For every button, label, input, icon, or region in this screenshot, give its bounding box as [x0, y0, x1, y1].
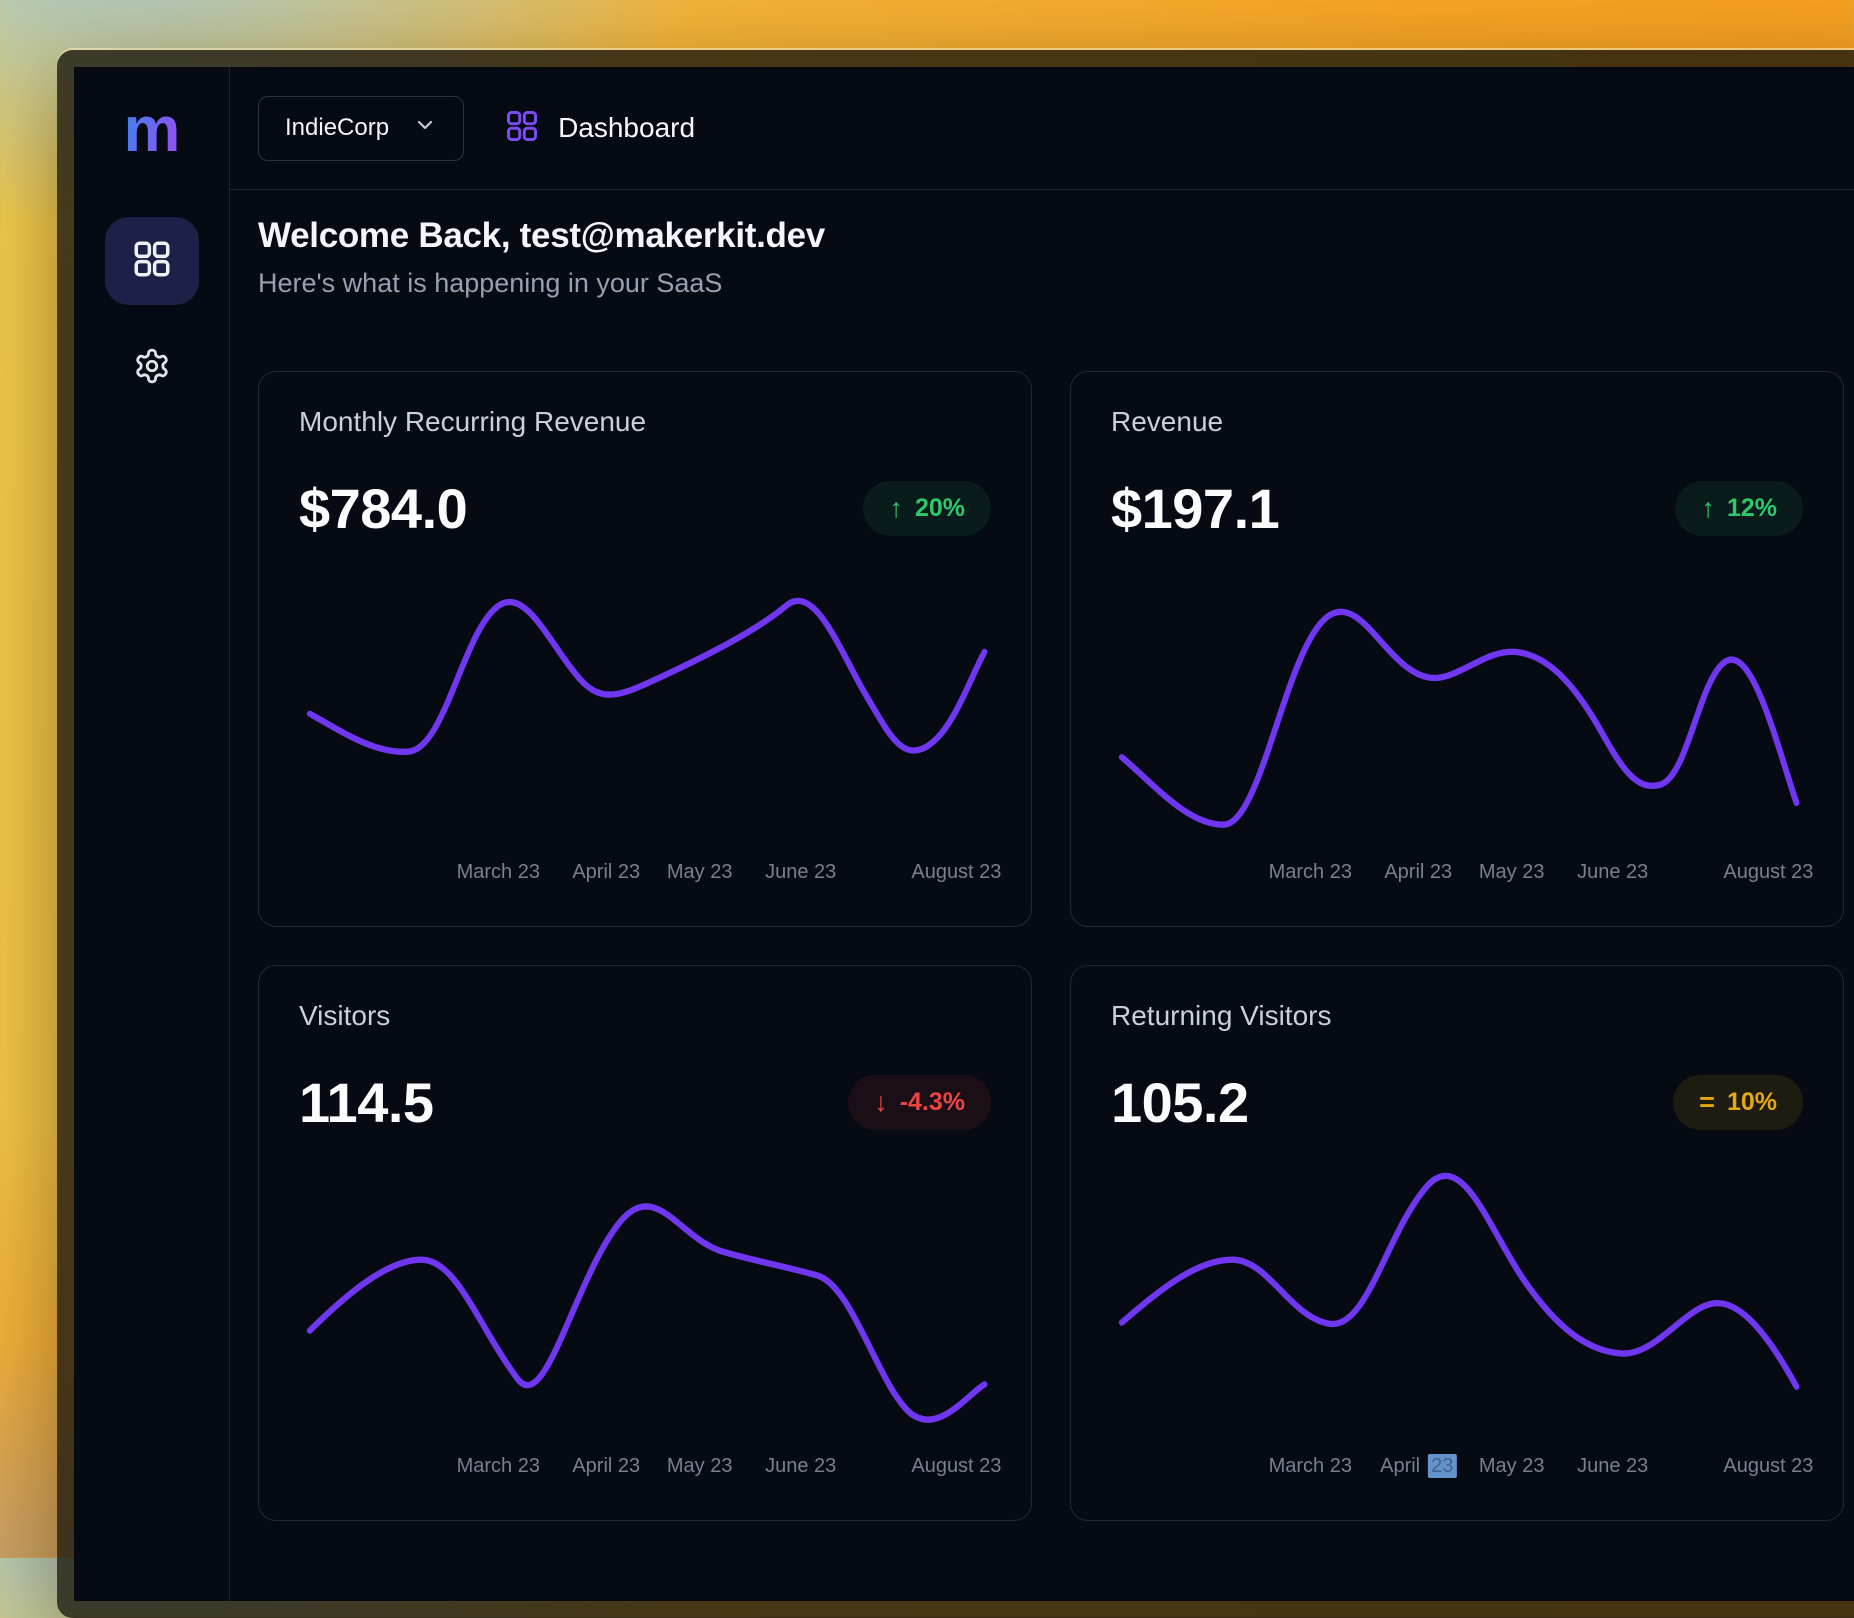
breadcrumb: Dashboard — [504, 108, 695, 149]
axis-tick: August 23 — [1723, 861, 1813, 884]
gear-icon — [133, 372, 171, 389]
welcome-heading: Welcome Back, test@makerkit.dev — [258, 216, 1844, 256]
metric-value: $197.1 — [1111, 476, 1279, 541]
axis-tick: June 23 — [1577, 861, 1648, 884]
card-monthly-recurring-revenue: Monthly Recurring Revenue $784.0 ↑ 20% — [258, 371, 1032, 927]
metric-value: $784.0 — [299, 476, 467, 541]
trend-badge-label: 12% — [1727, 494, 1777, 523]
sparkline-path — [310, 1206, 985, 1419]
metric-value: 105.2 — [1111, 1070, 1249, 1135]
axis-tick: April 23 — [572, 861, 640, 884]
main-content: Welcome Back, test@makerkit.dev Here's w… — [230, 190, 1854, 1521]
organization-label: IndieCorp — [285, 114, 389, 142]
axis-tick-april: April — [1380, 1455, 1420, 1477]
card-returning-visitors: Returning Visitors 105.2 = 10% — [1070, 965, 1844, 1521]
axis-tick: May 23 — [667, 861, 733, 884]
trend-badge: ↑ 12% — [1675, 481, 1803, 536]
sparkline-chart — [299, 565, 991, 851]
sidebar: m — [74, 67, 230, 1601]
x-axis-labels: March 23 April 23 May 23 June 23 August … — [299, 861, 991, 891]
page-title: Dashboard — [558, 112, 695, 144]
axis-tick: June 23 — [1577, 1455, 1648, 1478]
card-title: Monthly Recurring Revenue — [299, 406, 991, 438]
trend-badge: ↑ 20% — [863, 481, 991, 536]
axis-tick: April 23 — [572, 1455, 640, 1478]
sparkline-chart — [1111, 565, 1803, 851]
app-window: m — [57, 50, 1854, 1618]
axis-tick: June 23 — [765, 1455, 836, 1478]
equals-icon: = — [1699, 1089, 1715, 1116]
card-title: Revenue — [1111, 406, 1803, 438]
axis-tick: March 23 — [457, 1455, 540, 1478]
sparkline-path — [1122, 612, 1797, 825]
chevron-down-icon — [413, 113, 437, 144]
makerkit-logo: m — [124, 97, 180, 161]
card-revenue: Revenue $197.1 ↑ 12% — [1070, 371, 1844, 927]
sparkline-path — [310, 601, 985, 752]
trend-badge: = 10% — [1673, 1075, 1803, 1130]
arrow-up-icon: ↑ — [1701, 495, 1715, 522]
axis-tick: March 23 — [1269, 1455, 1352, 1478]
arrow-down-icon: ↓ — [874, 1089, 888, 1116]
organization-selector[interactable]: IndieCorp — [258, 96, 464, 161]
trend-badge: ↓ -4.3% — [848, 1075, 991, 1130]
axis-tick: June 23 — [765, 861, 836, 884]
axis-tick: May 23 — [1479, 861, 1545, 884]
card-title: Visitors — [299, 1000, 991, 1032]
card-title: Returning Visitors — [1111, 1000, 1803, 1032]
topbar: IndieCorp Dashboard — [230, 67, 1854, 190]
axis-tick: August 23 — [1723, 1455, 1813, 1478]
sparkline-chart — [299, 1159, 991, 1445]
axis-tick: April 23 — [1384, 861, 1452, 884]
arrow-up-icon: ↑ — [889, 495, 903, 522]
axis-tick: March 23 — [1269, 861, 1352, 884]
trend-badge-label: 10% — [1727, 1088, 1777, 1117]
card-visitors: Visitors 114.5 ↓ -4.3% — [258, 965, 1032, 1521]
axis-tick: August 23 — [911, 861, 1001, 884]
sparkline-chart — [1111, 1159, 1803, 1445]
axis-tick: May 23 — [667, 1455, 733, 1478]
axis-tick: August 23 — [911, 1455, 1001, 1478]
metric-value: 114.5 — [299, 1070, 434, 1135]
sparkline-path — [1122, 1176, 1797, 1387]
axis-tick: March 23 — [457, 861, 540, 884]
grid-icon — [504, 108, 540, 149]
x-axis-labels: March 23 April23 May 23 June 23 August 2… — [1111, 1455, 1803, 1485]
welcome-subtitle: Here's what is happening in your SaaS — [258, 268, 1844, 299]
sidebar-item-dashboard[interactable] — [105, 217, 199, 305]
axis-tick: April 23 — [1380, 1455, 1456, 1478]
axis-tick: May 23 — [1479, 1455, 1545, 1478]
sidebar-item-settings[interactable] — [133, 347, 171, 390]
trend-badge-label: -4.3% — [900, 1088, 965, 1117]
x-axis-labels: March 23 April 23 May 23 June 23 August … — [299, 1455, 991, 1485]
x-axis-labels: March 23 April 23 May 23 June 23 August … — [1111, 861, 1803, 891]
metrics-grid: Monthly Recurring Revenue $784.0 ↑ 20% — [258, 371, 1844, 1521]
trend-badge-label: 20% — [915, 494, 965, 523]
grid-icon — [131, 238, 173, 285]
selected-text: 23 — [1428, 1454, 1456, 1478]
